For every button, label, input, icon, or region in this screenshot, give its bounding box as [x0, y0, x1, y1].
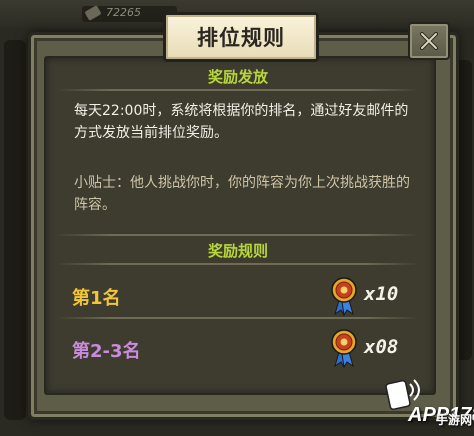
watermark-subtext: 手游网 — [436, 413, 473, 427]
close-icon — [420, 32, 438, 50]
reward-distribution-text: 每天22:00时，系统将根据你的排名，通过好友邮件的方式发放当前排位奖励。 — [74, 103, 409, 141]
section-divider — [56, 317, 420, 319]
reward-rules-header: 奖励规则 — [207, 242, 268, 260]
dialog-title-tab: 排位规则 — [163, 12, 319, 62]
section-divider — [56, 263, 420, 265]
section-divider — [56, 89, 420, 91]
reward-distribution-header: 奖励发放 — [207, 68, 268, 86]
rank-label-first: 第1名 — [72, 288, 121, 309]
reward-quantity-first: x10 — [364, 283, 399, 305]
tip-text: 小贴士：他人挑战你时，你的阵容为你上次挑战获胜的阵容。 — [74, 175, 410, 213]
reward-quantity-second-third: x08 — [364, 336, 399, 358]
background-panel-left — [4, 40, 26, 420]
rank-label-second-third: 第2-3名 — [72, 341, 141, 362]
section-divider — [56, 234, 420, 236]
close-button[interactable] — [408, 22, 450, 60]
medal-icon — [331, 277, 357, 316]
medal-icon — [331, 329, 357, 368]
background-counter-value: 72265 — [106, 6, 141, 19]
dialog-title: 排位规则 — [197, 26, 285, 50]
